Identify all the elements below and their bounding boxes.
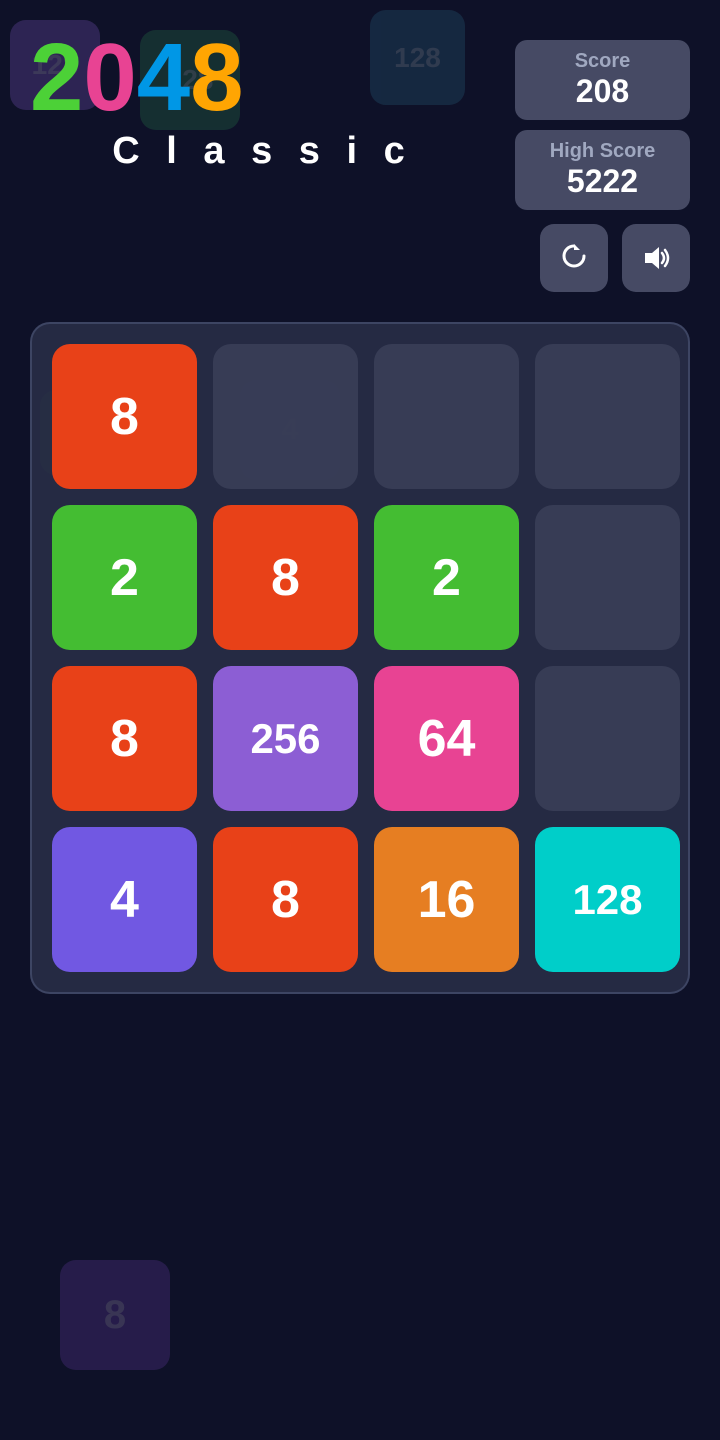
restart-icon: [558, 242, 590, 274]
board-grid: 8 2 8 2 8 256 64 4 8 16 128: [52, 344, 668, 972]
logo-title: 2 0 4 8: [30, 30, 495, 126]
score-label: Score: [535, 50, 670, 73]
logo-section: 2 0 4 8 C l a s s i c: [30, 30, 495, 173]
tile-r3c0: 4: [52, 827, 197, 972]
tile-r2c2: 64: [374, 666, 519, 811]
logo-digit-8: 8: [190, 30, 243, 126]
tile-r1c2: 2: [374, 505, 519, 650]
score-value: 208: [535, 73, 670, 110]
header: 2 0 4 8 C l a s s i c Score 208 High Sco…: [0, 0, 720, 210]
tile-r3c1: 8: [213, 827, 358, 972]
tile-r0c3: [535, 344, 680, 489]
tile-r0c2: [374, 344, 519, 489]
high-score-box: High Score 5222: [515, 130, 690, 210]
high-score-label: High Score: [535, 140, 670, 163]
sound-button[interactable]: [622, 224, 690, 292]
high-score-value: 5222: [535, 163, 670, 200]
tile-r3c2: 16: [374, 827, 519, 972]
tile-r2c1: 256: [213, 666, 358, 811]
game-board: 8 2 8 2 8 256 64 4 8 16 128: [30, 322, 690, 994]
tile-r3c3: 128: [535, 827, 680, 972]
tile-r0c1: [213, 344, 358, 489]
logo-digit-0: 0: [83, 30, 136, 126]
logo-classic: C l a s s i c: [30, 130, 495, 173]
tile-r1c3: [535, 505, 680, 650]
tile-r1c0: 2: [52, 505, 197, 650]
score-section: Score 208 High Score 5222: [515, 40, 690, 210]
buttons-row: [0, 210, 720, 292]
main-content: 2 0 4 8 C l a s s i c Score 208 High Sco…: [0, 0, 720, 1440]
tile-r2c0: 8: [52, 666, 197, 811]
logo-digit-4: 4: [137, 30, 190, 126]
score-box: Score 208: [515, 40, 690, 120]
tile-r0c0: 8: [52, 344, 197, 489]
restart-button[interactable]: [540, 224, 608, 292]
logo-digit-2: 2: [30, 30, 83, 126]
tile-r1c1: 8: [213, 505, 358, 650]
tile-r2c3: [535, 666, 680, 811]
sound-icon: [639, 241, 673, 275]
